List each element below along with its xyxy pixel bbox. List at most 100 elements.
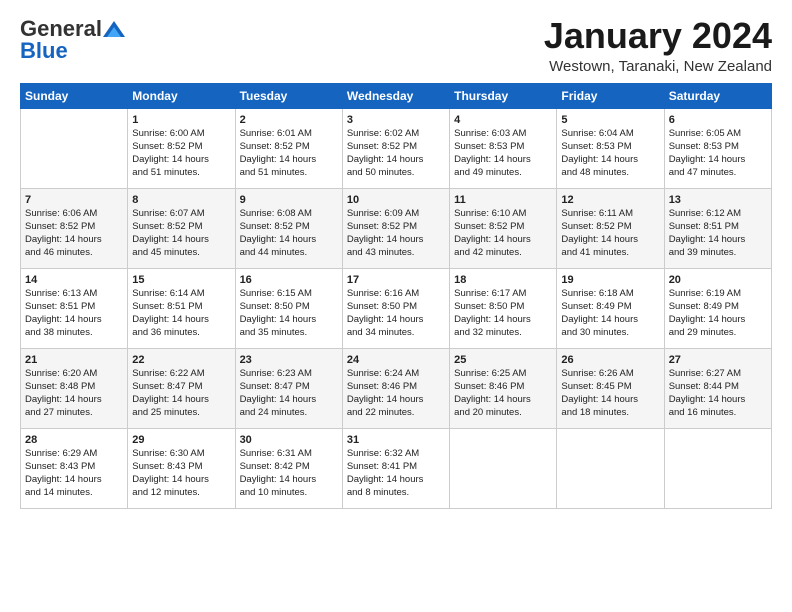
cell-text: Daylight: 14 hours <box>454 314 552 327</box>
cell-text: Sunrise: 6:07 AM <box>132 208 230 221</box>
week-row-1: 1Sunrise: 6:00 AMSunset: 8:52 PMDaylight… <box>21 108 772 188</box>
cell-text: and 24 minutes. <box>240 407 338 420</box>
logo: General Blue <box>20 16 126 64</box>
day-header-saturday: Saturday <box>664 83 771 108</box>
day-header-friday: Friday <box>557 83 664 108</box>
cell-text: Daylight: 14 hours <box>561 314 659 327</box>
cell-text: and 22 minutes. <box>347 407 445 420</box>
calendar-cell: 13Sunrise: 6:12 AMSunset: 8:51 PMDayligh… <box>664 188 771 268</box>
cell-text: Sunrise: 6:09 AM <box>347 208 445 221</box>
day-number: 14 <box>25 273 123 288</box>
day-header-thursday: Thursday <box>450 83 557 108</box>
cell-text: Daylight: 14 hours <box>669 394 767 407</box>
calendar-cell: 8Sunrise: 6:07 AMSunset: 8:52 PMDaylight… <box>128 188 235 268</box>
cell-text: Daylight: 14 hours <box>347 234 445 247</box>
cell-text: Sunrise: 6:27 AM <box>669 368 767 381</box>
cell-text: and 39 minutes. <box>669 247 767 260</box>
cell-text: Sunset: 8:49 PM <box>669 301 767 314</box>
cell-text: Sunrise: 6:14 AM <box>132 288 230 301</box>
cell-text: Sunset: 8:52 PM <box>132 141 230 154</box>
day-number: 11 <box>454 193 552 208</box>
day-number: 6 <box>669 113 767 128</box>
cell-text: Daylight: 14 hours <box>240 234 338 247</box>
cell-text: Daylight: 14 hours <box>669 314 767 327</box>
cell-text: Daylight: 14 hours <box>132 154 230 167</box>
cell-text: Sunrise: 6:12 AM <box>669 208 767 221</box>
cell-text: and 41 minutes. <box>561 247 659 260</box>
calendar-cell: 19Sunrise: 6:18 AMSunset: 8:49 PMDayligh… <box>557 268 664 348</box>
calendar-cell: 23Sunrise: 6:23 AMSunset: 8:47 PMDayligh… <box>235 348 342 428</box>
calendar-cell: 25Sunrise: 6:25 AMSunset: 8:46 PMDayligh… <box>450 348 557 428</box>
calendar-cell: 2Sunrise: 6:01 AMSunset: 8:52 PMDaylight… <box>235 108 342 188</box>
day-number: 9 <box>240 193 338 208</box>
cell-text: Sunrise: 6:13 AM <box>25 288 123 301</box>
cell-text: Sunrise: 6:22 AM <box>132 368 230 381</box>
logo-blue: Blue <box>20 38 68 64</box>
cell-text: Sunset: 8:48 PM <box>25 381 123 394</box>
cell-text: Daylight: 14 hours <box>347 474 445 487</box>
day-number: 18 <box>454 273 552 288</box>
cell-text: Sunset: 8:51 PM <box>25 301 123 314</box>
calendar-cell: 1Sunrise: 6:00 AMSunset: 8:52 PMDaylight… <box>128 108 235 188</box>
logo-icon <box>103 21 125 37</box>
cell-text: Sunset: 8:49 PM <box>561 301 659 314</box>
cell-text: and 35 minutes. <box>240 327 338 340</box>
day-number: 12 <box>561 193 659 208</box>
day-number: 23 <box>240 353 338 368</box>
calendar-cell: 20Sunrise: 6:19 AMSunset: 8:49 PMDayligh… <box>664 268 771 348</box>
day-number: 3 <box>347 113 445 128</box>
cell-text: Sunrise: 6:02 AM <box>347 128 445 141</box>
cell-text: Sunset: 8:50 PM <box>240 301 338 314</box>
cell-text: Daylight: 14 hours <box>347 314 445 327</box>
day-number: 19 <box>561 273 659 288</box>
cell-text: Daylight: 14 hours <box>561 234 659 247</box>
cell-text: and 30 minutes. <box>561 327 659 340</box>
day-number: 5 <box>561 113 659 128</box>
day-number: 26 <box>561 353 659 368</box>
cell-text: Sunset: 8:46 PM <box>454 381 552 394</box>
calendar-cell: 6Sunrise: 6:05 AMSunset: 8:53 PMDaylight… <box>664 108 771 188</box>
day-number: 29 <box>132 433 230 448</box>
calendar-cell: 26Sunrise: 6:26 AMSunset: 8:45 PMDayligh… <box>557 348 664 428</box>
cell-text: Sunrise: 6:03 AM <box>454 128 552 141</box>
cell-text: Sunrise: 6:01 AM <box>240 128 338 141</box>
cell-text: Daylight: 14 hours <box>132 474 230 487</box>
header: General Blue January 2024 Westown, Taran… <box>20 16 772 75</box>
cell-text: Sunrise: 6:23 AM <box>240 368 338 381</box>
day-number: 31 <box>347 433 445 448</box>
calendar-cell: 5Sunrise: 6:04 AMSunset: 8:53 PMDaylight… <box>557 108 664 188</box>
day-header-wednesday: Wednesday <box>342 83 449 108</box>
cell-text: and 48 minutes. <box>561 167 659 180</box>
page: General Blue January 2024 Westown, Taran… <box>0 0 792 519</box>
cell-text: and 8 minutes. <box>347 487 445 500</box>
cell-text: and 32 minutes. <box>454 327 552 340</box>
cell-text: Sunrise: 6:05 AM <box>669 128 767 141</box>
calendar-cell: 3Sunrise: 6:02 AMSunset: 8:52 PMDaylight… <box>342 108 449 188</box>
week-row-5: 28Sunrise: 6:29 AMSunset: 8:43 PMDayligh… <box>21 428 772 508</box>
day-number: 10 <box>347 193 445 208</box>
cell-text: and 27 minutes. <box>25 407 123 420</box>
cell-text: Sunrise: 6:32 AM <box>347 448 445 461</box>
cell-text: Daylight: 14 hours <box>132 314 230 327</box>
calendar-cell <box>450 428 557 508</box>
calendar-cell: 16Sunrise: 6:15 AMSunset: 8:50 PMDayligh… <box>235 268 342 348</box>
day-number: 8 <box>132 193 230 208</box>
cell-text: Daylight: 14 hours <box>347 394 445 407</box>
calendar-cell: 17Sunrise: 6:16 AMSunset: 8:50 PMDayligh… <box>342 268 449 348</box>
cell-text: Daylight: 14 hours <box>561 154 659 167</box>
calendar-cell: 28Sunrise: 6:29 AMSunset: 8:43 PMDayligh… <box>21 428 128 508</box>
location: Westown, Taranaki, New Zealand <box>544 58 772 75</box>
day-header-monday: Monday <box>128 83 235 108</box>
calendar-table: SundayMondayTuesdayWednesdayThursdayFrid… <box>20 83 772 509</box>
cell-text: Sunrise: 6:31 AM <box>240 448 338 461</box>
cell-text: Sunset: 8:43 PM <box>132 461 230 474</box>
cell-text: Daylight: 14 hours <box>561 394 659 407</box>
calendar-cell: 7Sunrise: 6:06 AMSunset: 8:52 PMDaylight… <box>21 188 128 268</box>
cell-text: Daylight: 14 hours <box>240 154 338 167</box>
cell-text: Sunset: 8:53 PM <box>454 141 552 154</box>
cell-text: Daylight: 14 hours <box>25 234 123 247</box>
cell-text: and 45 minutes. <box>132 247 230 260</box>
calendar-cell: 27Sunrise: 6:27 AMSunset: 8:44 PMDayligh… <box>664 348 771 428</box>
cell-text: and 20 minutes. <box>454 407 552 420</box>
calendar-cell <box>21 108 128 188</box>
